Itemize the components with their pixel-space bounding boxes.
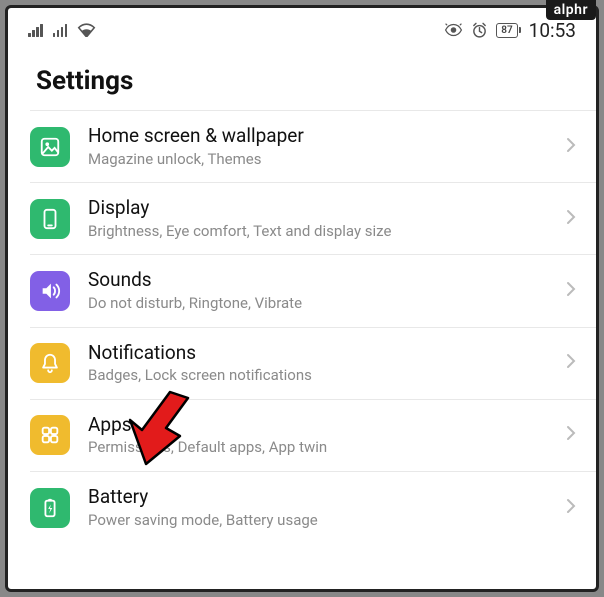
battery-nub (519, 27, 521, 33)
item-title: Apps (88, 413, 566, 438)
item-title: Display (88, 196, 566, 221)
settings-item-battery[interactable]: Battery Power saving mode, Battery usage (30, 471, 596, 543)
status-left (28, 23, 96, 37)
settings-item-apps[interactable]: Apps Permissions, Default apps, App twin (30, 399, 596, 471)
page-title: Settings (8, 48, 596, 110)
eye-comfort-icon (444, 23, 463, 37)
apps-grid-icon (30, 415, 70, 455)
settings-item-home-screen[interactable]: Home screen & wallpaper Magazine unlock,… (30, 110, 596, 182)
settings-list: Home screen & wallpaper Magazine unlock,… (8, 110, 596, 543)
settings-item-sounds[interactable]: Sounds Do not disturb, Ringtone, Vibrate (30, 254, 596, 326)
home-wallpaper-icon (30, 127, 70, 167)
item-body: Home screen & wallpaper Magazine unlock,… (88, 124, 566, 169)
item-title: Notifications (88, 341, 566, 366)
item-subtitle: Brightness, Eye comfort, Text and displa… (88, 222, 566, 242)
chevron-right-icon (566, 498, 576, 518)
chevron-right-icon (566, 137, 576, 157)
item-body: Display Brightness, Eye comfort, Text an… (88, 196, 566, 241)
signal-sim1-icon (28, 23, 43, 37)
bell-icon (30, 343, 70, 383)
item-body: Battery Power saving mode, Battery usage (88, 485, 566, 530)
settings-item-notifications[interactable]: Notifications Badges, Lock screen notifi… (30, 327, 596, 399)
battery-percentage: 87 (501, 25, 512, 36)
signal-sim2-icon (53, 23, 68, 37)
battery-icon (30, 488, 70, 528)
chevron-right-icon (566, 209, 576, 229)
item-body: Notifications Badges, Lock screen notifi… (88, 341, 566, 386)
status-bar: 87 10:53 (8, 8, 596, 48)
item-title: Sounds (88, 268, 566, 293)
watermark-badge: alphr (546, 0, 596, 20)
item-title: Battery (88, 485, 566, 510)
chevron-right-icon (566, 353, 576, 373)
clock: 10:53 (529, 19, 576, 42)
wifi-icon (77, 23, 96, 37)
item-subtitle: Do not disturb, Ringtone, Vibrate (88, 294, 566, 314)
item-title: Home screen & wallpaper (88, 124, 566, 149)
chevron-right-icon (566, 281, 576, 301)
settings-item-display[interactable]: Display Brightness, Eye comfort, Text an… (30, 182, 596, 254)
device-frame: 87 10:53 Settings Home screen & wallpape… (5, 5, 599, 592)
status-right: 87 10:53 (444, 19, 576, 42)
item-subtitle: Power saving mode, Battery usage (88, 511, 566, 531)
item-body: Sounds Do not disturb, Ringtone, Vibrate (88, 268, 566, 313)
battery-icon: 87 (496, 23, 517, 38)
alarm-icon (471, 22, 488, 39)
chevron-right-icon (566, 425, 576, 445)
item-subtitle: Magazine unlock, Themes (88, 150, 566, 170)
sound-icon (30, 271, 70, 311)
display-icon (30, 199, 70, 239)
item-body: Apps Permissions, Default apps, App twin (88, 413, 566, 458)
item-subtitle: Permissions, Default apps, App twin (88, 438, 566, 458)
item-subtitle: Badges, Lock screen notifications (88, 366, 566, 386)
